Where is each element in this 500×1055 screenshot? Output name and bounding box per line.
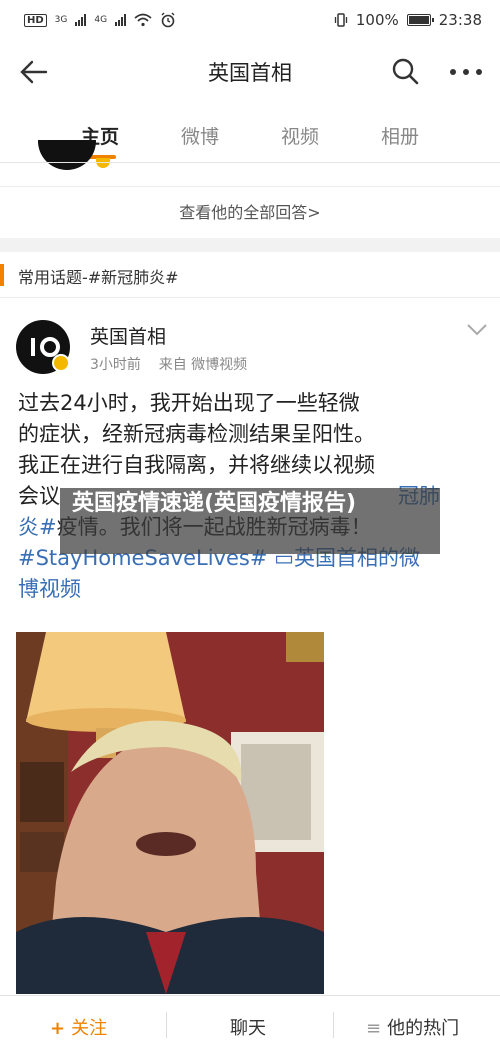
hd-indicator: HD [24,13,47,27]
post-line-4-text: 会议 [18,484,60,508]
post-meta: 3小时前 来自 微博视频 [90,354,247,374]
alarm-icon [161,12,175,28]
topic-accent-bar [0,264,4,286]
title-bar: 英国首相 [0,40,500,104]
bottom-action-bar: + 关注 聊天 ≡ 他的热门 [0,995,500,1055]
bottom-divider-2 [333,1012,334,1038]
status-left: HD 3G 4G [24,12,176,28]
chevron-down-icon[interactable] [466,322,488,338]
tab-album[interactable]: 相册 [360,122,440,149]
verified-badge-icon [52,354,70,372]
tabs-divider [0,162,500,163]
status-right: 100% 23:38 [334,11,482,29]
search-icon[interactable] [390,56,420,86]
vibrate-icon [334,13,348,27]
tab-weibo[interactable]: 微博 [160,122,240,149]
post-video-link[interactable]: 博视频 [18,574,484,605]
hot-posts-button[interactable]: ≡ 他的热门 [366,1014,459,1040]
profile-page: HD 3G 4G 100% 23:38 英国首相 主页 微博 视频 相册 查看他… [0,0,500,1055]
battery-percent: 100% [355,11,399,29]
topic-label: 常用话题-#新冠肺炎# [18,268,179,287]
post-line-3: 我正在进行自我隔离，并将继续以视频 [18,453,375,477]
signal-icon-2 [115,14,127,26]
video-scene-image [16,632,324,994]
scrolled-avatar [38,140,96,170]
scrolled-verified-badge [96,158,110,168]
status-bar: HD 3G 4G 100% 23:38 [0,0,500,40]
post-author[interactable]: 英国首相 [90,322,166,349]
network-4g-label: 4G [94,15,108,25]
topic-bar[interactable]: 常用话题-#新冠肺炎# [0,252,500,298]
clock: 23:38 [438,11,482,29]
bottom-divider-1 [166,1012,167,1038]
post-source[interactable]: 来自 微博视频 [159,357,247,373]
signal-icon [75,14,87,26]
post-line-1: 过去24小时，我开始出现了一些轻微 [18,391,360,415]
battery-fill [408,16,429,24]
caption-overlay-text: 英国疫情速递(英国疫情报告) [72,491,357,516]
hot-label: 他的热门 [387,1018,460,1039]
list-icon: ≡ [366,1018,382,1039]
follow-label: 关注 [71,1018,108,1039]
video-thumbnail[interactable] [16,632,324,994]
chat-button[interactable]: 聊天 [230,1014,266,1040]
plus-icon: + [50,1018,66,1039]
battery-icon [406,14,434,26]
all-replies-link[interactable]: 查看他的全部回答> [0,186,500,238]
section-gap [0,238,500,252]
post-time: 3小时前 [90,357,141,373]
tab-video[interactable]: 视频 [260,122,340,149]
follow-button[interactable]: + 关注 [50,1014,107,1040]
post-line-2: 的症状，经新冠病毒检测结果呈阳性。 [18,422,375,446]
more-dots-icon[interactable] [448,68,484,76]
network-3g-label: 3G [54,15,68,25]
page-title: 英国首相 [208,61,292,85]
wifi-icon [134,13,152,27]
